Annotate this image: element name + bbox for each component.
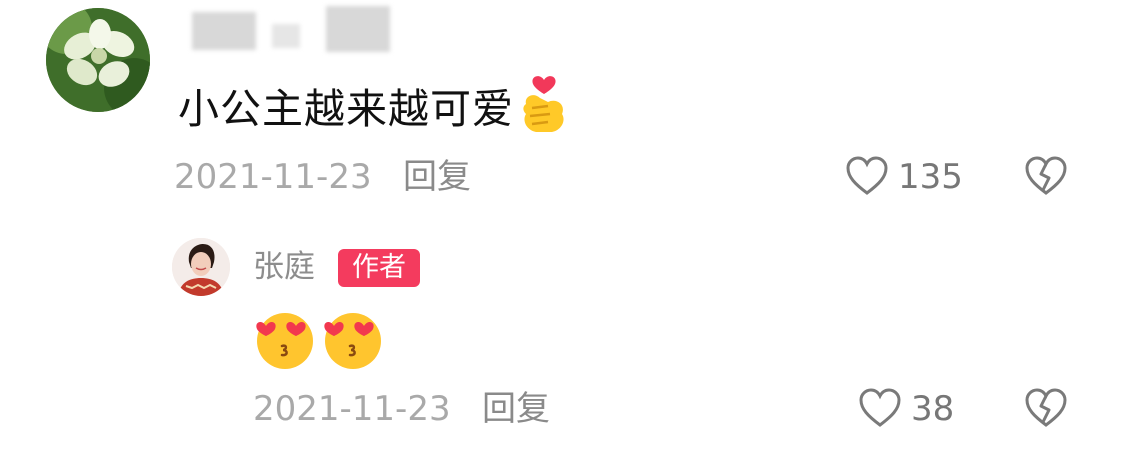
author-badge: 作者 bbox=[338, 249, 420, 287]
comment-body: 小公主越来越可爱 bbox=[178, 85, 514, 133]
dislike-broken-heart-icon[interactable] bbox=[1024, 156, 1068, 196]
flower-avatar-image bbox=[46, 8, 150, 112]
reply-emojis bbox=[252, 308, 386, 370]
author-avatar-image bbox=[172, 238, 230, 296]
reply-dislike-broken-heart-icon[interactable] bbox=[1024, 388, 1068, 428]
like-count: 135 bbox=[898, 157, 963, 197]
commenter-avatar[interactable] bbox=[46, 8, 150, 112]
author-avatar[interactable] bbox=[172, 238, 230, 296]
comment-date: 2021-11-23 bbox=[174, 157, 372, 197]
comment-text: 小公主越来越可爱 bbox=[178, 74, 570, 150]
reply-button[interactable]: 回复 bbox=[403, 155, 471, 199]
reply-reply-button[interactable]: 回复 bbox=[482, 387, 550, 431]
blurred-username bbox=[180, 6, 400, 56]
reply-like-count: 38 bbox=[911, 389, 955, 429]
heart-eyes-kiss-emoji bbox=[256, 313, 381, 369]
reply-date: 2021-11-23 bbox=[253, 389, 451, 429]
author-name[interactable]: 张庭 bbox=[253, 246, 315, 288]
like-heart-icon[interactable] bbox=[845, 156, 889, 196]
reply-like-heart-icon[interactable] bbox=[858, 388, 902, 428]
finger-heart-emoji bbox=[518, 74, 570, 150]
